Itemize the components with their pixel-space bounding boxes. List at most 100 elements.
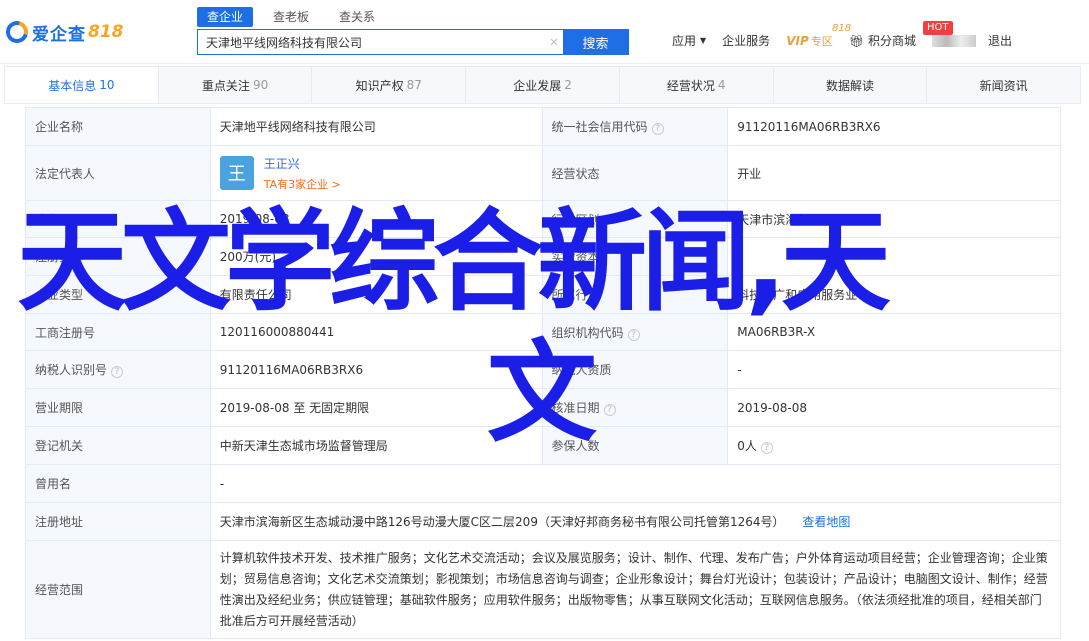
- credit-code-key: 统一社会信用代码?: [541, 107, 729, 146]
- search-button[interactable]: 搜索: [563, 30, 628, 54]
- vip-zone-label: 专区: [810, 34, 833, 48]
- vip-label: VIP: [786, 33, 809, 48]
- region-key: 行政区划: [541, 200, 729, 238]
- search-type-tabs: 查企业 查老板 查关系: [197, 7, 395, 27]
- help-icon[interactable]: ?: [760, 442, 773, 454]
- address-key: 注册地址: [25, 502, 211, 541]
- tab-label: 基本信息: [48, 78, 97, 93]
- basic-info-table: 企业名称 天津地平线网络科技有限公司 统一社会信用代码? 91120116MA0…: [25, 107, 1062, 639]
- approve-date-label: 核准日期: [551, 401, 600, 415]
- table-row: 法定代表人 王 王正兴 TA有3家企业 > 经营状态 开业: [25, 145, 1061, 201]
- reg-no-key: 工商注册号: [25, 313, 211, 351]
- insured-count: 0人: [737, 439, 757, 453]
- status-key: 经营状态: [541, 145, 729, 201]
- detail-tabs: 基本信息 10 重点关注 90 知识产权 87 企业发展 2 经营状况 4 数据解读 新闻…: [4, 66, 1081, 104]
- nav-mall[interactable]: 🎁︎ 积分商城: [849, 32, 916, 49]
- paid-capital-value: [727, 237, 1061, 276]
- tab-count: 2: [564, 78, 572, 92]
- table-row: 登记机关 中新天津生态城市场监督管理局 参保人数 0人?: [25, 426, 1061, 465]
- help-icon[interactable]: ?: [651, 123, 664, 135]
- logo-text: 爱企查: [32, 24, 86, 45]
- help-icon[interactable]: ?: [111, 366, 124, 378]
- authority-key: 登记机关: [25, 426, 211, 465]
- user-avatar[interactable]: [931, 34, 976, 47]
- nav-service[interactable]: 企业服务: [722, 32, 770, 49]
- table-row: 营业期限 2019-08-08 至 无固定期限 核准日期? 2019-08-08: [25, 388, 1061, 427]
- org-code-key: 组织机构代码?: [541, 313, 729, 351]
- region-value: 天津市滨海新区: [727, 200, 1061, 238]
- company-type-key: 企业类型: [25, 275, 211, 314]
- gift-icon: 🎁︎: [848, 33, 864, 48]
- table-row: 工商注册号 120116000880441 组织机构代码? MA06RB3R-X: [25, 313, 1061, 351]
- search-tab-relation[interactable]: 查关系: [329, 7, 385, 27]
- tax-id-key: 纳税人识别号?: [25, 350, 211, 389]
- found-date-key: 成立日期: [25, 200, 211, 238]
- nav-app[interactable]: 应用 ▼: [672, 32, 706, 49]
- tab-basic-info[interactable]: 基本信息 10: [5, 67, 159, 103]
- legal-rep-avatar: 王: [219, 156, 254, 190]
- tab-development[interactable]: 企业发展 2: [466, 67, 620, 103]
- tax-id-value: 91120116MA06RB3RX6: [209, 350, 543, 389]
- tab-operation[interactable]: 经营状况 4: [620, 67, 774, 103]
- chevron-down-icon: ▼: [700, 36, 707, 45]
- search-tab-boss[interactable]: 查老板: [263, 7, 319, 27]
- legal-rep-companies-link[interactable]: TA有3家企业 >: [264, 176, 341, 192]
- tab-label: 企业发展: [513, 78, 562, 93]
- table-row: 成立日期 2019-08-08 行政区划 天津市滨海新区: [25, 200, 1061, 238]
- help-icon[interactable]: ?: [627, 328, 640, 341]
- nav-app-label: 应用: [672, 34, 697, 48]
- search-tab-company[interactable]: 查企业: [197, 7, 254, 27]
- term-key: 营业期限: [25, 388, 211, 427]
- tab-ip[interactable]: 知识产权 87: [312, 67, 467, 103]
- reg-no-value: 120116000880441: [209, 313, 543, 351]
- industry-key: 所属行业: [541, 275, 729, 314]
- view-map-link[interactable]: 查看地图: [802, 515, 850, 529]
- org-code-value: MA06RB3R-X: [727, 313, 1061, 351]
- scope-value: 计算机软件技术开发、技术推广服务；文化艺术交流活动；会议及展览服务；设计、制作、…: [209, 540, 1062, 639]
- address-text: 天津市滨海新区生态城动漫中路126号动漫大厦C区二层209（天津好邦商务秘书有限…: [219, 515, 785, 529]
- clear-icon[interactable]: ✕: [545, 30, 563, 54]
- logout-link[interactable]: 退出: [988, 32, 1012, 49]
- tab-label: 新闻资讯: [979, 78, 1028, 93]
- org-code-label: 组织机构代码: [551, 325, 624, 340]
- approve-date-value: 2019-08-08: [727, 388, 1061, 427]
- paid-capital-key: 实缴资本: [541, 237, 729, 276]
- help-icon[interactable]: ?: [603, 404, 616, 416]
- tab-label: 经营状况: [666, 78, 715, 93]
- table-row: 企业类型 有限责任公司 所属行业 科技推广和应用服务业: [25, 275, 1061, 314]
- table-row: 企业名称 天津地平线网络科技有限公司 统一社会信用代码? 91120116MA0…: [25, 107, 1061, 146]
- found-date-value: 2019-08-08: [209, 200, 543, 238]
- credit-code-value: 91120116MA06RB3RX6: [727, 107, 1061, 146]
- tab-label: 知识产权: [355, 78, 404, 93]
- search-input[interactable]: [198, 30, 545, 54]
- status-value: 开业: [727, 145, 1061, 201]
- nav-mall-label: 积分商城: [867, 34, 916, 48]
- tab-count: 87: [406, 78, 422, 92]
- term-value: 2019-08-08 至 无固定期限: [209, 388, 543, 427]
- table-row: 曾用名 -: [25, 464, 1062, 503]
- capital-value: 200万(元): [209, 237, 543, 276]
- tab-key-focus[interactable]: 重点关注 90: [159, 67, 313, 103]
- legal-rep-name-link[interactable]: 王正兴: [264, 155, 341, 172]
- tab-count: 90: [252, 78, 269, 92]
- approve-date-key: 核准日期?: [541, 388, 729, 427]
- table-row: 注册地址 天津市滨海新区生态城动漫中路126号动漫大厦C区二层209（天津好邦商…: [25, 502, 1062, 541]
- nav-vip-zone[interactable]: VIP 专区: [786, 33, 833, 49]
- scope-key: 经营范围: [25, 540, 211, 639]
- authority-value: 中新天津生态城市场监督管理局: [209, 426, 543, 465]
- former-name-key: 曾用名: [25, 464, 211, 503]
- company-type-value: 有限责任公司: [209, 275, 543, 314]
- site-logo[interactable]: 爱企查 818: [1, 16, 124, 48]
- logo-icon: [1, 16, 33, 48]
- address-value: 天津市滨海新区生态城动漫中路126号动漫大厦C区二层209（天津好邦商务秘书有限…: [209, 502, 1062, 541]
- tab-news[interactable]: 新闻资讯: [927, 67, 1080, 103]
- table-row: 纳税人识别号? 91120116MA06RB3RX6 纳税人资质 -: [25, 350, 1061, 389]
- credit-code-label: 统一社会信用代码: [551, 120, 648, 134]
- tax-id-label: 纳税人识别号: [35, 363, 108, 377]
- top-header: 爱企查 818 查企业 查老板 查关系 ✕ 搜索 818 HOT 应用 ▼ 企业…: [0, 0, 1089, 64]
- insured-key: 参保人数: [541, 426, 729, 465]
- legal-rep-value: 王 王正兴 TA有3家企业 >: [209, 145, 543, 201]
- tax-qual-value: -: [727, 350, 1061, 389]
- tab-data-analysis[interactable]: 数据解读: [774, 67, 928, 103]
- search-box: ✕ 搜索: [197, 29, 629, 55]
